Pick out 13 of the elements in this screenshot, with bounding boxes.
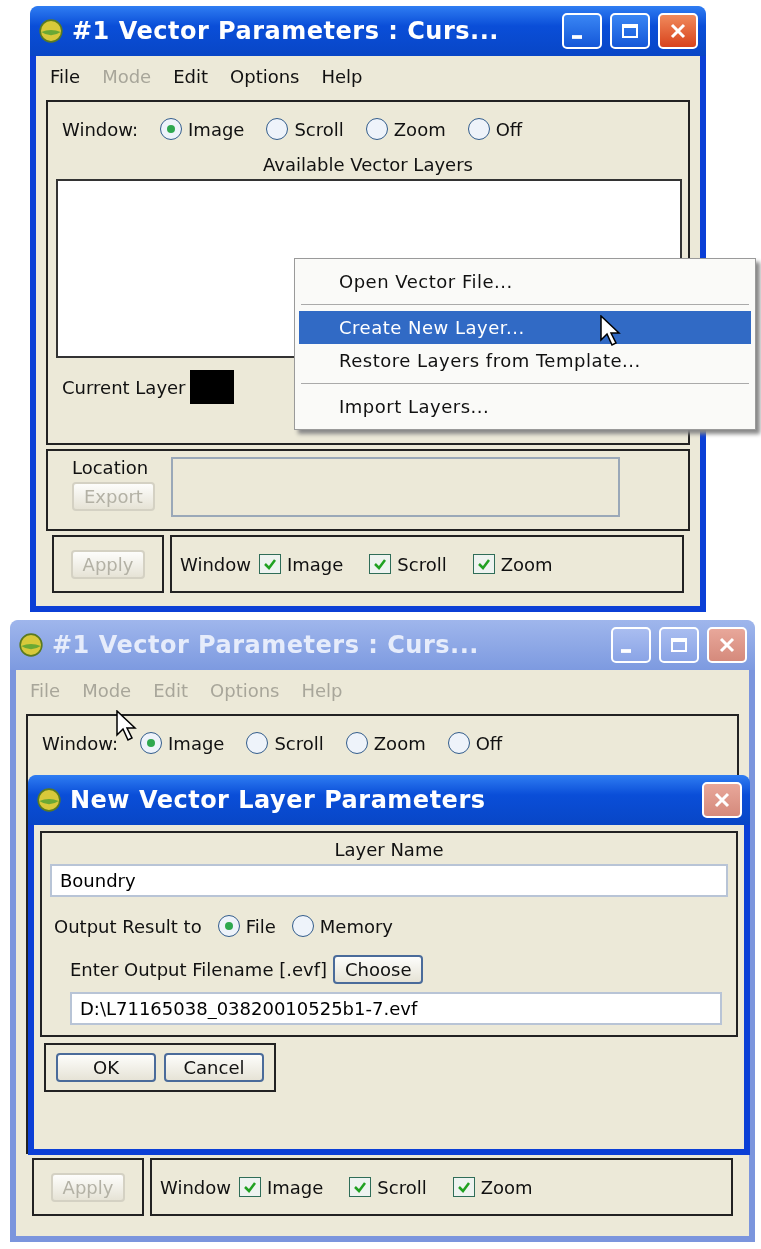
- window-label: Window: [160, 1176, 231, 1198]
- window-label: Window:: [62, 118, 139, 140]
- window-title: #1 Vector Parameters : Curs...: [72, 17, 500, 45]
- current-layer-label: Current Layer: [62, 376, 186, 398]
- window-title: New Vector Layer Parameters: [70, 786, 487, 814]
- filename-label: Enter Output Filename [.evf]: [70, 959, 327, 980]
- window-label: Window: [180, 553, 251, 575]
- layer-name-label: Layer Name: [333, 838, 445, 862]
- list-title: Available Vector Layers: [262, 153, 474, 177]
- window-label: Window:: [42, 732, 119, 754]
- location-label: Location: [72, 457, 150, 478]
- window-title: #1 Vector Parameters : Curs...: [52, 631, 480, 659]
- output-label: Output Result to: [54, 915, 202, 937]
